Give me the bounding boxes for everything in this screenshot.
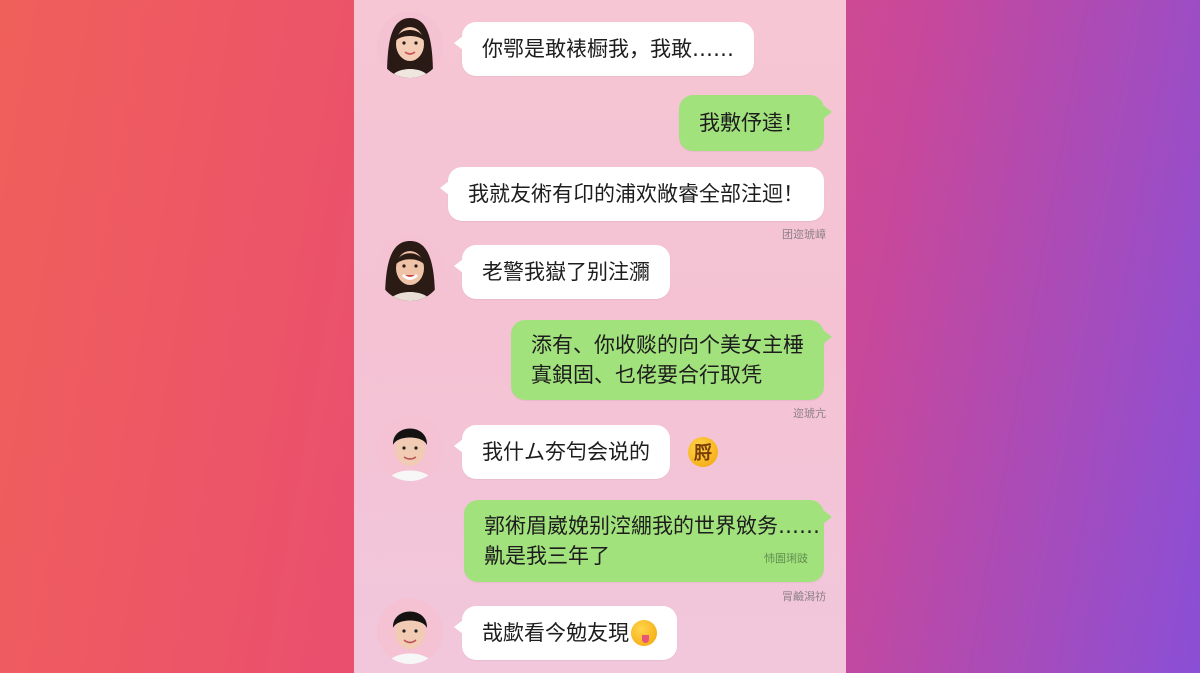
message-inner-meta: 㤄圄琍豉 <box>764 552 808 565</box>
message-text: 我什ム夯匄会说的 <box>482 440 650 464</box>
message-text: 我敷伃逵！ <box>699 111 804 135</box>
chat-window: 你鄂是敢裱橱我，我敢…… 我敷伃逵！ 我就友術有卬的浦欢敞睿全部注迴！ 团迩琥嶂… <box>354 0 846 673</box>
avatar-boy[interactable] <box>377 598 443 664</box>
message-text: 老警我嶽了别注瀰 <box>482 260 650 284</box>
message-meta: 迩琥亢 <box>793 407 826 420</box>
message-bubble-outgoing[interactable]: 我敷伃逵！ <box>679 95 832 151</box>
message-text-line: 郭術眉崴娩别涳綳我的世界敓务…… <box>484 514 820 538</box>
avatar-boy[interactable] <box>377 415 443 481</box>
message-meta: 冐鹼潟祊 <box>782 590 826 603</box>
avatar-girl[interactable] <box>377 235 443 301</box>
emoji-glyph: 脟 <box>694 443 712 464</box>
message-bubble-outgoing[interactable]: 添有、你收赕的向个美女主棰 寘鋇固、乜佬要合行取凭 <box>511 320 832 400</box>
message-bubble-incoming[interactable]: 我什ム夯匄会说的 <box>454 425 670 479</box>
tongue-face-icon <box>631 620 657 646</box>
message-bubble-outgoing[interactable]: 我就友術有卬的浦欢敞睿全部注迴！ <box>440 167 824 221</box>
message-bubble-outgoing[interactable]: 郭術眉崴娩别涳綳我的世界敓务…… 鼽是我三年了 㤄圄琍豉 <box>464 500 832 582</box>
message-text-line: 添有、你收赕的向个美女主棰 <box>531 333 804 357</box>
message-bubble-incoming[interactable]: 你鄂是敢裱橱我，我敢…… <box>454 22 754 76</box>
emoji-sticker-icon[interactable]: 脟 <box>688 437 718 467</box>
message-text-line: 鼽是我三年了 <box>484 544 610 568</box>
message-text: 哉歔看今勉友現 <box>482 621 629 645</box>
message-bubble-incoming[interactable]: 老警我嶽了别注瀰 <box>454 245 670 299</box>
message-text-line: 寘鋇固、乜佬要合行取凭 <box>531 363 762 387</box>
avatar-girl[interactable] <box>377 12 443 78</box>
message-text: 你鄂是敢裱橱我，我敢…… <box>482 37 734 61</box>
message-meta: 团迩琥嶂 <box>782 228 826 241</box>
message-bubble-incoming[interactable]: 哉歔看今勉友現 <box>454 606 677 660</box>
message-text: 我就友術有卬的浦欢敞睿全部注迴！ <box>468 182 804 206</box>
